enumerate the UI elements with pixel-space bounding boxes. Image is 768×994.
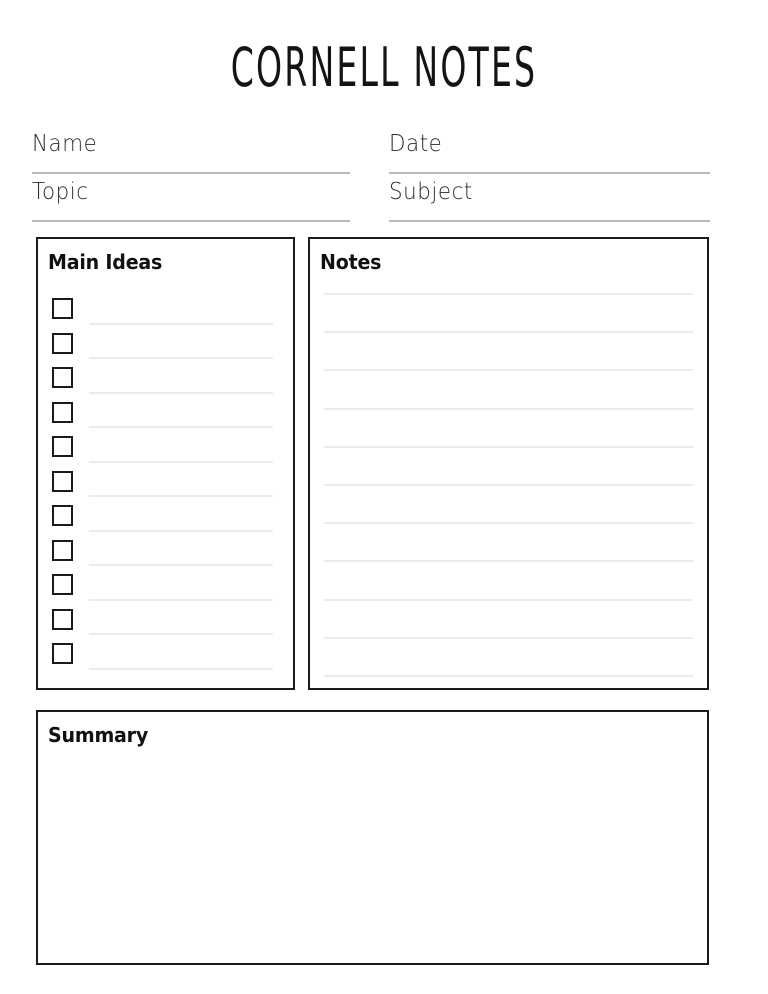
notes-writing-line [324,369,693,372]
notes-writing-line [324,675,693,677]
main-idea-row[interactable] [52,330,283,365]
field-date-label: Date [389,131,443,157]
field-date[interactable]: Date [389,130,710,174]
checkbox-icon[interactable] [52,436,73,457]
checkbox-icon[interactable] [52,470,73,492]
main-ideas-list [38,295,293,688]
notes-writing-line [324,484,693,486]
notes-heading: Notes [320,250,382,274]
field-topic[interactable]: Topic [32,178,350,222]
notes-writing-line [324,598,693,601]
main-idea-row[interactable] [52,571,283,606]
main-idea-row[interactable] [52,295,283,330]
notes-writing-line [324,522,693,525]
field-subject-label: Subject [389,179,473,205]
checkbox-icon[interactable] [52,401,73,423]
cornell-notes-page: CORNELL NOTES Name Date Topic Subject Ma… [0,0,768,994]
main-idea-writing-line [89,495,273,497]
main-idea-writing-line [89,564,273,566]
field-topic-rule [32,220,350,222]
main-idea-writing-line [89,633,273,635]
main-idea-writing-line [89,426,273,428]
notes-box: Notes [308,237,709,690]
main-idea-row[interactable] [52,606,283,641]
field-topic-label: Topic [32,179,89,205]
main-idea-row[interactable] [52,433,283,468]
field-subject-rule [389,220,710,222]
field-name-rule [32,172,350,174]
checkbox-icon[interactable] [52,539,73,561]
checkbox-icon[interactable] [52,298,73,319]
summary-box[interactable]: Summary [36,710,709,965]
main-idea-writing-line [89,667,273,670]
page-title: CORNELL NOTES [230,35,538,99]
main-idea-row[interactable] [52,364,283,399]
notes-writing-line [324,636,693,639]
checkbox-icon[interactable] [52,574,73,595]
notes-lines [324,293,693,677]
main-idea-writing-line [89,460,273,463]
checkbox-icon[interactable] [52,505,73,526]
main-idea-writing-line [89,598,273,601]
field-name[interactable]: Name [32,130,350,174]
summary-heading: Summary [48,723,149,747]
main-idea-row[interactable] [52,468,283,503]
main-idea-row[interactable] [52,640,283,675]
main-idea-row[interactable] [52,537,283,572]
main-ideas-heading: Main Ideas [48,250,163,274]
checkbox-icon[interactable] [52,643,73,664]
main-idea-writing-line [89,391,273,394]
main-idea-row[interactable] [52,399,283,434]
notes-writing-line [324,407,693,410]
field-date-rule [389,172,710,174]
field-subject[interactable]: Subject [389,178,710,222]
checkbox-icon[interactable] [52,608,73,630]
notes-writing-line [324,331,693,334]
header-fields: Name Date Topic Subject [32,130,710,222]
main-idea-writing-line [89,322,273,325]
main-ideas-box: Main Ideas [36,237,295,690]
notes-writing-line [324,560,693,563]
notes-writing-line [324,293,693,295]
field-name-label: Name [32,131,98,157]
notes-writing-line [324,445,693,448]
main-idea-writing-line [89,357,273,359]
main-idea-row[interactable] [52,502,283,537]
main-idea-writing-line [89,529,273,532]
checkbox-icon[interactable] [52,367,73,388]
checkbox-icon[interactable] [52,332,73,354]
